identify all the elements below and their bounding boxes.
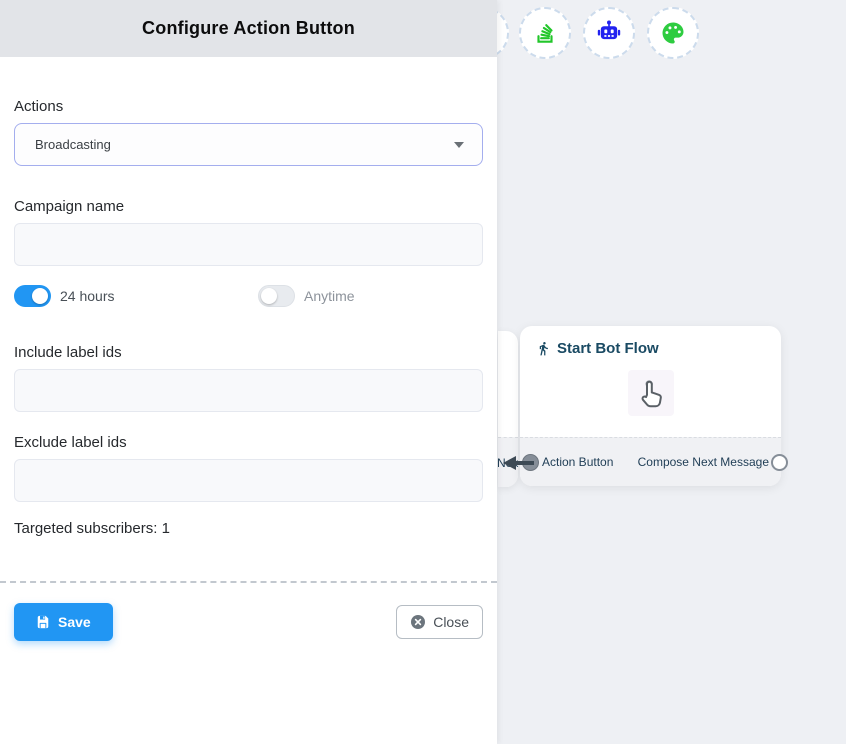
walking-person-icon: [536, 341, 551, 356]
save-button[interactable]: Save: [14, 603, 113, 641]
close-button[interactable]: Close: [396, 605, 483, 639]
toggle-knob: [32, 288, 48, 304]
action-button-port-label[interactable]: Action Button: [542, 455, 613, 469]
close-icon: [410, 614, 426, 630]
compose-next-message-handle[interactable]: [771, 454, 788, 471]
toggle-knob: [261, 288, 277, 304]
24-hours-toggle[interactable]: [14, 285, 51, 307]
palette-icon: [659, 19, 687, 47]
close-button-label: Close: [433, 614, 469, 630]
node-drop-target[interactable]: [628, 370, 674, 416]
edge-line: [514, 461, 534, 465]
exclude-label-ids-input[interactable]: [14, 459, 483, 502]
flow-canvas[interactable]: Nex Start Bot Flow: [497, 0, 846, 744]
actions-select[interactable]: Broadcasting: [14, 123, 483, 166]
toolbar-button-stack[interactable]: [519, 7, 571, 59]
exclude-label-ids-label: Exclude label ids: [14, 434, 483, 451]
chevron-down-icon: [454, 142, 464, 148]
dashed-divider: [0, 581, 497, 583]
save-floppy-icon: [36, 615, 50, 629]
include-label-ids-input[interactable]: [14, 369, 483, 412]
anytime-label: Anytime: [304, 288, 355, 304]
toolbar-button-palette[interactable]: [647, 7, 699, 59]
actions-selected-value: Broadcasting: [35, 137, 454, 152]
stack-icon: [532, 20, 558, 46]
panel-header: Configure Action Button: [0, 0, 497, 57]
include-label-ids-label: Include label ids: [14, 344, 483, 361]
toolbar-button-partial[interactable]: [497, 7, 509, 59]
tap-hand-icon: [635, 377, 667, 409]
start-bot-flow-node[interactable]: Start Bot Flow Action Button Compose Nex…: [520, 326, 781, 486]
24-hours-label: 24 hours: [60, 288, 114, 304]
actions-label: Actions: [14, 98, 483, 115]
campaign-name-label: Campaign name: [14, 198, 483, 215]
targeted-subscribers-text: Targeted subscribers: 1: [14, 520, 483, 537]
robot-icon: [595, 19, 623, 47]
campaign-name-input[interactable]: [14, 223, 483, 266]
anytime-toggle[interactable]: [258, 285, 295, 307]
panel-title: Configure Action Button: [142, 18, 355, 39]
save-button-label: Save: [58, 614, 91, 630]
node-footer: Action Button Compose Next Message: [520, 437, 781, 486]
node-title: Start Bot Flow: [557, 340, 659, 357]
compose-next-message-port-label[interactable]: Compose Next Message: [638, 455, 769, 469]
toolbar-button-robot[interactable]: [583, 7, 635, 59]
configure-action-panel: Configure Action Button Actions Broadcas…: [0, 0, 497, 744]
